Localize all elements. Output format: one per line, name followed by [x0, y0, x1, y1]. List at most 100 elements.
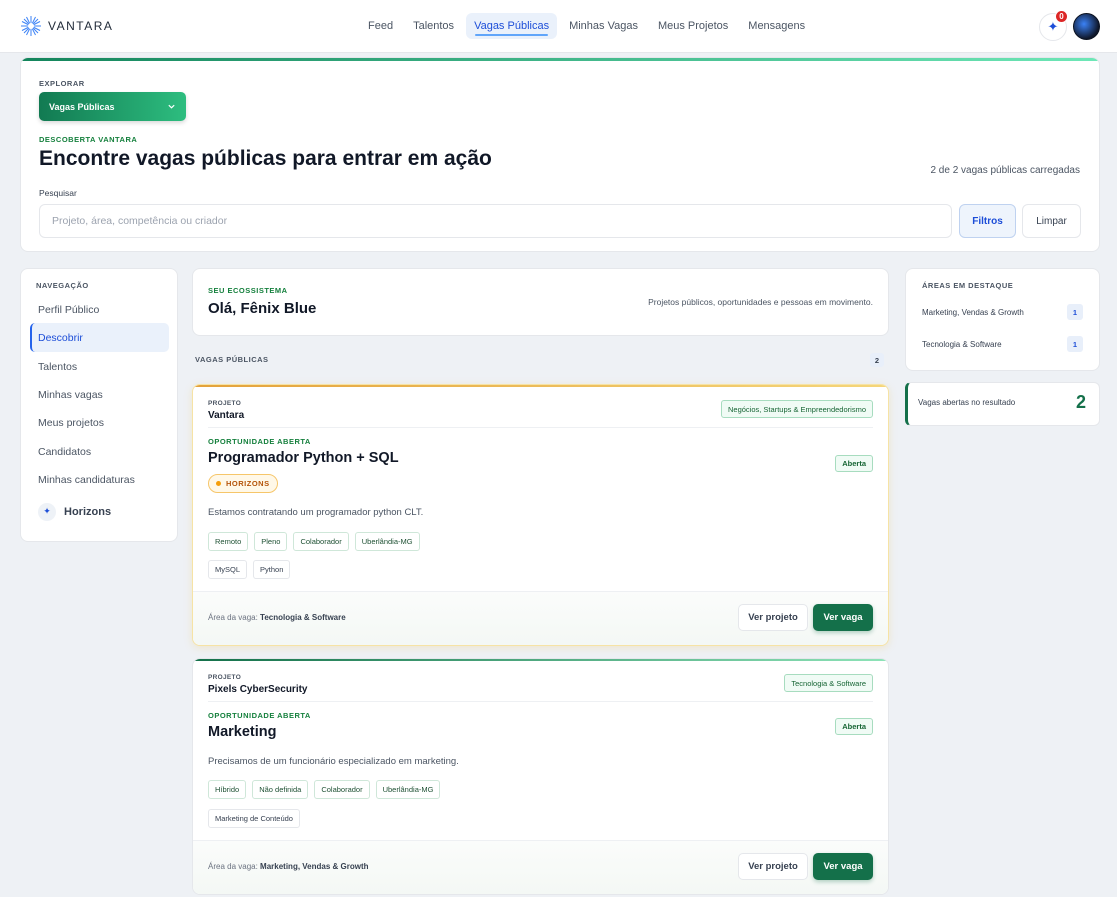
project-name[interactable]: Pixels CyberSecurity [208, 684, 308, 695]
nav-minhas-vagas[interactable]: Minhas Vagas [561, 13, 646, 39]
job-footer: Área da vaga: Marketing, Vendas & Growth… [193, 840, 888, 894]
horizons-badge: HORIZONS [208, 474, 278, 493]
nav-mensagens[interactable]: Mensagens [740, 13, 813, 39]
job-title[interactable]: Programador Python + SQL [208, 450, 399, 466]
featured-area-row[interactable]: Tecnologia & Software 1 [922, 336, 1083, 352]
horizons-badge-label: HORIZONS [226, 479, 270, 488]
opportunity-eyebrow: OPORTUNIDADE ABERTA [208, 711, 311, 720]
job-accent-bar [193, 385, 888, 387]
status-badge: Aberta [835, 455, 873, 472]
hero-card: EXPLORAR Vagas Públicas DESCOBERTA VANTA… [20, 57, 1100, 252]
skill-chip: Marketing de Conteúdo [208, 809, 300, 828]
tag-chip: Colaborador [314, 780, 370, 799]
skill-chip: MySQL [208, 560, 248, 579]
job-area-value: Marketing, Vendas & Growth [260, 862, 369, 871]
sidebar-item-talentos[interactable]: Talentos [30, 352, 169, 381]
tag-chip: Híbrido [208, 780, 247, 799]
explore-select[interactable]: Vagas Públicas [39, 92, 186, 121]
job-area-prefix: Área da vaga: [208, 862, 258, 871]
chevron-down-icon [168, 104, 175, 109]
results-count: 2 de 2 vagas públicas carregadas [930, 165, 1080, 176]
view-job-button[interactable]: Ver vaga [813, 853, 873, 880]
greeting-description: Projetos públicos, oportunidades e pesso… [648, 297, 873, 307]
tag-chip: Colaborador [293, 532, 349, 551]
dot-icon [216, 481, 221, 486]
open-jobs-card: Vagas abertas no resultado 2 [905, 382, 1100, 426]
skill-chip: Python [253, 560, 291, 579]
sidebar-item-perfil-publico[interactable]: Perfil Público [30, 295, 169, 324]
clear-button[interactable]: Limpar [1022, 204, 1081, 238]
tag-chip: Pleno [254, 532, 288, 551]
view-job-button[interactable]: Ver vaga [813, 604, 873, 631]
job-skills: MySQL Python [208, 560, 291, 579]
nav-talentos[interactable]: Talentos [405, 13, 462, 39]
job-description: Estamos contratando um programador pytho… [208, 507, 424, 518]
avatar[interactable] [1073, 13, 1100, 40]
job-area-prefix: Área da vaga: [208, 613, 258, 622]
project-eyebrow: PROJETO [208, 674, 242, 681]
sidebar-item-meus-projetos[interactable]: Meus projetos [30, 408, 169, 437]
divider [208, 427, 873, 428]
job-title[interactable]: Marketing [208, 724, 277, 740]
jobs-count-badge: 2 [870, 353, 884, 367]
job-tags: Remoto Pleno Colaborador Uberlândia-MG [208, 532, 420, 551]
view-project-button[interactable]: Ver projeto [738, 604, 808, 631]
featured-area-name: Marketing, Vendas & Growth [922, 307, 1024, 317]
sidebar-title: NAVEGAÇÃO [36, 281, 89, 290]
tag-chip: Remoto [208, 532, 249, 551]
project-eyebrow: PROJETO [208, 400, 242, 407]
nav-vagas-publicas[interactable]: Vagas Públicas [466, 13, 558, 39]
greeting-card: SEU ECOSSISTEMA Olá, Fênix Blue Projetos… [192, 268, 889, 336]
job-footer: Área da vaga: Tecnologia & Software Ver … [193, 591, 888, 645]
tag-chip: Não definida [252, 780, 309, 799]
open-jobs-label: Vagas abertas no resultado [918, 398, 1016, 407]
featured-areas-card: ÁREAS EM DESTAQUE Marketing, Vendas & Gr… [905, 268, 1100, 371]
greeting-title: Olá, Fênix Blue [208, 300, 317, 317]
sidebar-item-minhas-candidaturas[interactable]: Minhas candidaturas [30, 465, 169, 494]
job-accent-bar [193, 659, 888, 661]
featured-area-count: 1 [1067, 304, 1083, 320]
open-jobs-value: 2 [1075, 392, 1086, 412]
hero-accent-bar [21, 58, 1099, 61]
explore-label: EXPLORAR [39, 79, 85, 88]
hero-eyebrow: DESCOBERTA VANTARA [39, 135, 138, 144]
job-card: PROJETO Vantara Negócios, Startups & Emp… [192, 384, 889, 646]
job-area: Área da vaga: Tecnologia & Software [208, 613, 346, 622]
tag-chip: Uberlândia-MG [354, 532, 420, 551]
job-card: PROJETO Pixels CyberSecurity Tecnologia … [192, 658, 889, 895]
main-nav: Feed Talentos Vagas Públicas Minhas Vaga… [360, 13, 813, 39]
sidebar-item-horizons[interactable]: ✦ Horizons [30, 497, 169, 526]
top-bar: VANTARA Feed Talentos Vagas Públicas Min… [0, 0, 1117, 53]
project-area-tag: Negócios, Startups & Empreendedorismo [721, 400, 873, 418]
notification-badge: 0 [1055, 10, 1068, 23]
page-title: Encontre vagas públicas para entrar em a… [39, 147, 492, 170]
vantara-logo-icon [21, 16, 41, 36]
featured-area-row[interactable]: Marketing, Vendas & Growth 1 [922, 304, 1083, 320]
divider [208, 701, 873, 702]
sidebar: NAVEGAÇÃO Perfil Público Descobrir Talen… [20, 268, 178, 542]
brand[interactable]: VANTARA [20, 15, 113, 37]
nav-meus-projetos[interactable]: Meus Projetos [650, 13, 736, 39]
sidebar-item-candidatos[interactable]: Candidatos [30, 437, 169, 466]
nav-feed[interactable]: Feed [360, 13, 401, 39]
project-area-tag: Tecnologia & Software [784, 674, 873, 692]
featured-area-count: 1 [1067, 336, 1083, 352]
sparkle-icon: ✦ [38, 502, 56, 521]
tag-chip: Uberlândia-MG [375, 780, 441, 799]
filters-button[interactable]: Filtros [959, 204, 1016, 238]
project-name[interactable]: Vantara [208, 410, 244, 421]
sidebar-item-minhas-vagas[interactable]: Minhas vagas [30, 380, 169, 409]
search-input[interactable] [39, 204, 952, 238]
view-project-button[interactable]: Ver projeto [738, 853, 808, 880]
greeting-eyebrow: SEU ECOSSISTEMA [208, 286, 288, 295]
status-badge: Aberta [835, 718, 873, 735]
featured-areas-title: ÁREAS EM DESTAQUE [922, 281, 1014, 290]
job-area-value: Tecnologia & Software [260, 613, 346, 622]
brand-name: VANTARA [48, 19, 114, 33]
search-label: Pesquisar [39, 188, 77, 198]
opportunity-eyebrow: OPORTUNIDADE ABERTA [208, 437, 311, 446]
sidebar-item-descobrir[interactable]: Descobrir [30, 323, 169, 352]
job-skills: Marketing de Conteúdo [208, 809, 300, 828]
job-area: Área da vaga: Marketing, Vendas & Growth [208, 862, 369, 871]
job-tags: Híbrido Não definida Colaborador Uberlân… [208, 780, 441, 799]
